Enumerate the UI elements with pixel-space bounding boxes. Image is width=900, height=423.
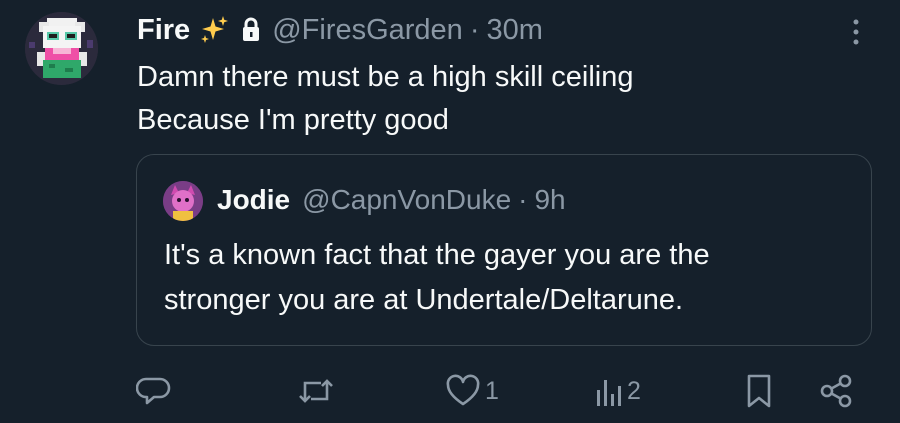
views-button[interactable]: 2 [595, 372, 641, 410]
tweet-time[interactable]: 30m [486, 11, 542, 49]
quoted-tweet-card[interactable]: Jodie @CapnVonDuke · 9h It's a known fac… [136, 154, 872, 346]
quoted-text-line: stronger you are at Undertale/Deltarune. [164, 284, 684, 316]
share-button[interactable] [818, 372, 854, 410]
like-count: 1 [485, 376, 499, 405]
like-button[interactable]: 1 [445, 372, 499, 410]
separator-dot: · [469, 14, 480, 46]
more-options-button[interactable] [846, 16, 866, 48]
retweet-button[interactable] [297, 372, 335, 410]
views-icon [597, 380, 621, 406]
bookmark-icon [747, 374, 771, 408]
tweet-text: Damn there must be a high skill ceiling … [137, 56, 837, 142]
quoted-avatar-image [163, 181, 203, 221]
lock-icon [241, 17, 261, 43]
more-vertical-icon [853, 19, 859, 45]
bookmark-button[interactable] [744, 372, 774, 410]
quoted-tweet-time: 9h [534, 184, 566, 215]
reply-icon [136, 377, 171, 405]
author-name[interactable]: Fire [137, 11, 190, 49]
author-avatar[interactable] [25, 12, 98, 85]
quoted-author-avatar [163, 181, 203, 221]
quoted-tweet-header: Jodie @CapnVonDuke · 9h [217, 180, 566, 220]
reply-button[interactable] [136, 372, 172, 410]
quoted-author-handle: @CapnVonDuke [302, 184, 512, 215]
separator-dot: · [518, 184, 528, 215]
tweet-text-line: Because I'm pretty good [137, 104, 449, 136]
tweet-header: Fire @FiresGarden · 30m [137, 11, 543, 49]
quoted-tweet-text: It's a known fact that the gayer you are… [164, 233, 854, 323]
views-count: 2 [627, 376, 641, 405]
tweet-text-line: Damn there must be a high skill ceiling [137, 61, 634, 93]
quoted-author-name: Jodie [217, 184, 291, 215]
share-icon [820, 374, 852, 408]
author-handle[interactable]: @FiresGarden [272, 11, 463, 49]
sparkles-emoji-icon [199, 15, 229, 45]
avatar-image [25, 12, 98, 85]
retweet-icon [299, 379, 333, 403]
quoted-text-line: It's a known fact that the gayer you are… [164, 239, 710, 271]
tweet-action-bar: 1 2 [0, 368, 900, 413]
heart-icon [446, 374, 480, 406]
